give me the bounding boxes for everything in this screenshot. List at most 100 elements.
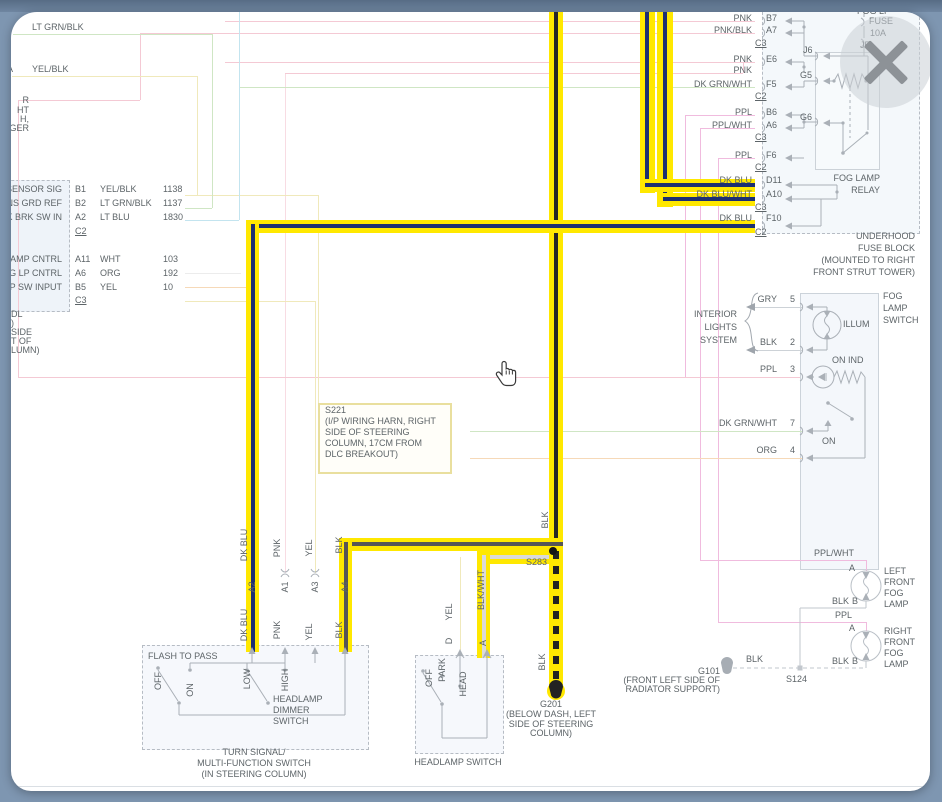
ground-label: RADIATOR SUPPORT) [590,684,720,694]
fb-pin: F10 [766,213,782,223]
bcm-pin: A6 [75,268,86,278]
fb-pin: E6 [766,54,777,64]
dimmer-caption: (IN STEERING COLUMN) [154,769,354,779]
fb-pin: A7 [766,25,777,35]
headlamp-caption: HEADLAMP SWITCH [358,757,558,767]
fb-pin: B7 [766,13,777,23]
dimmer-caption: MULTI-FUNCTION SWITCH [154,758,354,768]
bcm-pin: B1 [75,184,86,194]
switch-position: OFF [153,651,163,711]
hl-blk-a4-hcore [344,542,563,546]
fb-pin: F6 [766,150,777,160]
wire-pplwht-leftlamp-stub [866,560,867,571]
bcm-circuit: 192 [163,268,178,278]
pin-label: A [849,563,855,573]
on-label: ON [822,436,836,446]
wire-ltgrnblk-row [185,208,212,209]
bcm-wire-color: YEL/BLK [100,184,137,194]
bcm-wire-color: LT GRN/BLK [100,198,152,208]
bcm-wire-color: WHT [100,254,121,264]
fs-pin: 5 [790,294,795,304]
fs-pin: 3 [790,364,795,374]
bcm-circuit: 10 [163,282,173,292]
wire-pplwht-leftlamp [700,560,866,561]
wire-label-blk: BLK [746,654,763,664]
wire-ltblu-vert [239,12,240,220]
fuse-block-title: FRONT STRUT TOWER) [755,267,915,277]
wire-label-yelblk: YEL/BLK [32,64,69,74]
splice-label: S124 [786,674,807,684]
bcm-pin: B5 [75,282,86,292]
fb-wire-color: PNK [623,13,752,23]
wire-ppl-box-top [18,100,140,101]
bcm-pin: A11 [75,254,90,264]
fb-connector-ref: C3 [755,202,767,212]
wire-yelblk-row [185,195,318,196]
bcm-circuit: 1137 [163,198,182,208]
close-button[interactable] [840,16,930,108]
relay-pin: J6 [803,45,813,55]
fb-wire-color: PPL/WHT [623,120,752,130]
lamp-name: FOG [884,588,904,598]
bcm-connector-ref: C3 [75,295,87,305]
bcm-signal: RK BRK SW IN [11,212,62,222]
fb-wire-color: DK BLU/WHT [623,189,752,199]
pin-label: B [852,596,858,606]
bcm-wire-color: YEL [100,282,117,292]
diagram-panel: B LT GRN/BLK A YEL/BLK R HT H, GER SENSO… [11,12,930,791]
wire-gry-5 [752,307,802,308]
lamp-name: LAMP [884,659,909,669]
bcm-signal: ENS GRD REF [11,198,62,208]
fs-wire-color: GRY [651,294,777,304]
hl-blk-ground-dashes [553,551,559,685]
wire-label-ppl: PPL [835,610,852,620]
wire-ppl-rightlamp [718,622,866,623]
fuse-block-title: UNDERHOOD [755,231,915,241]
wire-label-pplwht: PPL/WHT [814,548,854,558]
s221-note: COLUMN, 17CM FROM [325,438,422,448]
fb-connector-ref: C2 [755,91,767,101]
fb-wire-color: DK BLU [623,175,752,185]
relay-name: RELAY [780,185,880,195]
bcm-circuit: 1830 [163,212,183,222]
wire-ppl-3 [18,377,800,378]
bcm-signal: SENSOR SIG [11,184,62,194]
ground-label: (BELOW DASH, LEFT [451,709,651,719]
fs-wire-color: BLK [651,337,777,347]
bcm-circuit: 103 [163,254,178,264]
interior-lights-label: LIGHTS [637,322,737,332]
switch-position: OFF [424,648,434,708]
wire-label-blk: BLK [537,632,547,692]
clipped-text: GER [11,123,29,133]
hl-blk-center-core [554,12,558,551]
wire-yelblk-top [12,76,197,77]
bcm-pin: A2 [75,212,86,222]
dimmer-name: SWITCH [273,716,309,726]
fs-wire-color: DK GRN/WHT [651,418,777,428]
fuse-block-title: FUSE BLOCK [755,243,915,253]
lamp-name: FOG [884,648,904,658]
lamp-name: RIGHT [884,626,912,636]
fb-pin: B6 [766,107,777,117]
fog-lamp-switch-box [800,293,879,570]
wire-org-stub [185,287,251,288]
lamp-name: FRONT [884,577,915,587]
bcm-pin: B2 [75,198,86,208]
fs-wire-color: ORG [651,445,777,455]
s221-note: S221 [325,405,346,415]
divider [11,786,930,787]
s221-note: (I/P WIRING HARN, RIGHT [325,416,436,426]
wire-label: YEL [304,602,314,662]
wire-pnk-a1-vert [285,74,286,573]
switch-position: HEAD [458,654,468,714]
wire-label: BLK [334,600,344,660]
wire-label: BLK/WHT [476,560,486,620]
dimmer-caption: TURN SIGNAL/ [154,747,354,757]
screen: { "window": { "close_icon": "×" }, "top_… [0,0,942,802]
ground-label: COLUMN) [451,728,651,738]
switch-position: PARK [437,640,447,700]
fb-connector-ref: C3 [755,38,767,48]
fog-switch-title: LAMP [883,303,908,313]
hl-dkblu-d11-vcore [645,12,649,188]
wire-pnkblk-a7-vert [140,33,141,100]
